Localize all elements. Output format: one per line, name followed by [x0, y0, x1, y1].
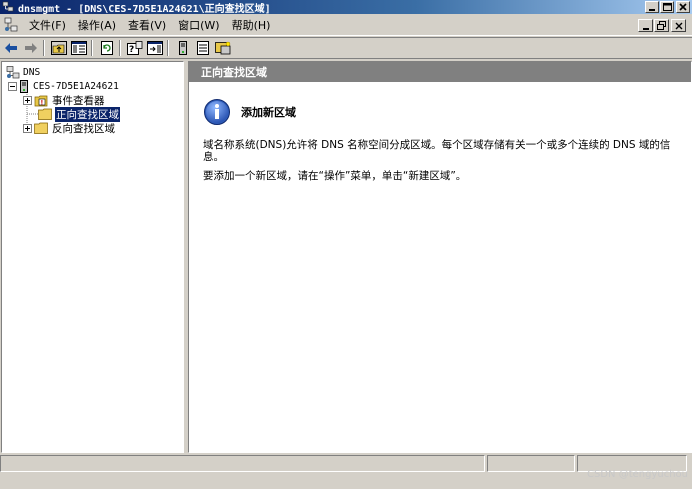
details-header: 正向查找区域 [189, 62, 691, 82]
watermark-text: CSDN @tengyuchou [587, 469, 688, 480]
toolbar: ? [0, 37, 692, 59]
back-icon [5, 43, 17, 53]
show-tree-icon [71, 41, 87, 55]
status-pane-main [0, 455, 485, 472]
list-view-button[interactable] [194, 39, 212, 57]
toolbar-separator [43, 40, 45, 56]
server-icon [20, 79, 28, 93]
properties-button[interactable]: ? [126, 39, 144, 57]
status-pane-2 [487, 455, 575, 472]
close-icon [675, 22, 682, 29]
restore-icon [657, 21, 666, 30]
refresh-button[interactable] [98, 39, 116, 57]
server-button[interactable] [174, 39, 192, 57]
minimize-icon [649, 9, 655, 11]
new-zone-icon [215, 41, 231, 55]
tree-node-server[interactable]: CES-7D5E1A24621 [8, 79, 120, 93]
tree-label-event-viewer: 事件查看器 [52, 94, 105, 107]
minimize-button[interactable] [645, 1, 659, 13]
info-icon [204, 99, 230, 125]
server-icon [179, 41, 187, 55]
toolbar-separator [119, 40, 121, 56]
close-button[interactable] [676, 1, 690, 13]
up-one-level-button[interactable] [50, 39, 68, 57]
plus-icon [25, 97, 30, 103]
menu-action[interactable]: 操作(A) [72, 17, 122, 33]
dns-app-icon [2, 1, 14, 12]
new-zone-button[interactable] [214, 39, 232, 57]
tree-node-dns-root[interactable]: DNS [6, 65, 41, 79]
menu-file[interactable]: 文件(F) [23, 17, 72, 33]
tree-label-server: CES-7D5E1A24621 [33, 80, 119, 92]
up-folder-icon [51, 41, 67, 55]
details-pane: 正向查找区域 添加新区域 域名称系统(DNS)允许将 DNS 名称空间分成区域。… [188, 61, 692, 453]
instruction-text: 要添加一个新区域，请在“操作”菜单，单击“新建区域”。 [203, 170, 467, 182]
tree-node-forward-lookup-zones[interactable]: 正向查找区域 [38, 105, 121, 123]
folder-icon [38, 108, 52, 120]
info-heading: 添加新区域 [241, 106, 296, 119]
forward-icon [25, 43, 37, 53]
tree-node-event-viewer[interactable]: ! 事件查看器 [23, 93, 106, 107]
menu-help[interactable]: 帮助(H) [226, 17, 277, 33]
svg-text:!: ! [41, 99, 44, 106]
forward-button[interactable] [22, 39, 40, 57]
toolbar-separator [167, 40, 169, 56]
close-icon [679, 3, 687, 11]
properties-help-icon: ? [127, 41, 143, 55]
folder-icon [34, 122, 48, 134]
child-close-button[interactable] [671, 19, 686, 32]
minus-icon [10, 85, 15, 87]
event-viewer-icon: ! [34, 95, 48, 106]
title-bar[interactable]: dnsmgmt - [DNS\CES-7D5E1A24621\正向查找区域] [0, 0, 692, 15]
dns-icon [6, 65, 20, 78]
child-minimize-button[interactable] [638, 19, 653, 32]
list-icon [197, 41, 209, 55]
menu-view[interactable]: 查看(V) [122, 17, 172, 33]
export-list-button[interactable] [146, 39, 164, 57]
info-heading-row: 添加新区域 [203, 98, 296, 126]
tree-label-forward-lookup-zones: 正向查找区域 [54, 105, 121, 123]
maximize-button[interactable] [660, 1, 674, 13]
child-restore-button[interactable] [654, 19, 669, 32]
tree-label-dns: DNS [23, 66, 41, 78]
expand-toggle[interactable] [23, 95, 32, 105]
console-tree[interactable]: DNS CES-7D5E1A24621 ! 事件查看器 正向查找区域 反向查找区… [1, 61, 184, 453]
minimize-icon [642, 27, 649, 30]
menu-window[interactable]: 窗口(W) [172, 17, 225, 33]
export-icon [147, 41, 163, 55]
description-text: 域名称系统(DNS)允许将 DNS 名称空间分成区域。每个区域存储有关一个或多个… [203, 139, 671, 163]
refresh-icon [101, 41, 113, 55]
mmc-system-menu-icon[interactable] [3, 17, 19, 33]
maximize-icon [662, 3, 672, 11]
back-button[interactable] [2, 39, 20, 57]
show-hide-tree-button[interactable] [70, 39, 88, 57]
expand-toggle[interactable] [23, 123, 32, 133]
menu-bar: 文件(F) 操作(A) 查看(V) 窗口(W) 帮助(H) [0, 15, 692, 36]
collapse-toggle[interactable] [8, 81, 17, 91]
svg-text:?: ? [129, 45, 134, 55]
tree-label-reverse-lookup-zones: 反向查找区域 [52, 122, 115, 135]
toolbar-separator [91, 40, 93, 56]
tree-node-reverse-lookup-zones[interactable]: 反向查找区域 [23, 121, 116, 135]
window-title: dnsmgmt - [DNS\CES-7D5E1A24621\正向查找区域] [18, 3, 271, 15]
plus-icon [25, 125, 30, 131]
